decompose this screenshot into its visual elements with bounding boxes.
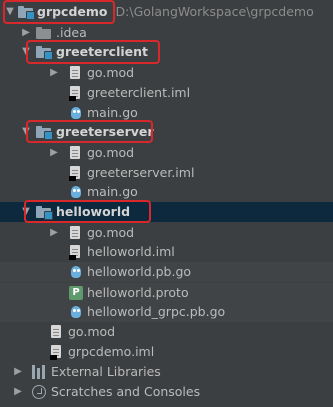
library-icon — [32, 365, 46, 379]
tree-row-helloworld-iml[interactable]: helloworld.iml — [0, 242, 333, 262]
tree-row-greeterserver-gomod[interactable]: ▶ go.mod — [0, 143, 333, 163]
chevron-right-icon[interactable]: ▶ — [20, 23, 32, 43]
chevron-right-icon[interactable]: ▶ — [12, 382, 24, 402]
chevron-right-icon[interactable]: ▶ — [48, 63, 60, 83]
go-file-icon — [70, 305, 82, 319]
file-label: helloworld_grpc.pb.go — [87, 304, 226, 319]
tree-row-greeterserver-maingo[interactable]: main.go — [0, 182, 333, 202]
helloworld-label: helloworld — [56, 204, 131, 219]
file-label: go.mod — [87, 225, 135, 240]
tree-row-greeterclient-maingo[interactable]: main.go — [0, 103, 333, 123]
iml-file-icon — [50, 345, 62, 360]
scratches-label: Scratches and Consoles — [51, 384, 201, 399]
tree-row-greeterserver[interactable]: ▼ greeterserver — [0, 122, 333, 142]
module-folder-icon — [36, 206, 53, 220]
tree-row-greeterclient[interactable]: ▼ greeterclient — [0, 42, 333, 62]
tree-row-helloworld-proto[interactable]: P helloworld.proto — [0, 283, 333, 303]
module-folder-icon — [36, 46, 53, 60]
scratches-icon — [32, 385, 46, 399]
chevron-right-icon[interactable]: ▶ — [48, 223, 60, 243]
iml-file-icon — [69, 166, 81, 181]
file-icon — [70, 226, 81, 240]
tree-row-greeterclient-gomod[interactable]: ▶ go.mod — [0, 63, 333, 83]
file-label: greeterclient.iml — [87, 85, 191, 100]
greeterserver-label: greeterserver — [56, 124, 154, 139]
tree-row-helloworld[interactable]: ▼ helloworld — [0, 202, 333, 222]
greeterclient-label: greeterclient — [56, 44, 149, 59]
file-icon — [70, 146, 81, 160]
tree-row-root[interactable]: ▼ grpcdemo D:\GolangWorkspace\grpcdemo — [0, 2, 333, 22]
proto-file-icon: P — [69, 286, 83, 300]
tree-row-helloworld-gomod[interactable]: ▶ go.mod — [0, 223, 333, 243]
project-tree: ▼ grpcdemo D:\GolangWorkspace\grpcdemo ▶ … — [0, 0, 333, 407]
file-label: go.mod — [68, 324, 116, 339]
tree-row-root-gomod[interactable]: go.mod — [0, 322, 333, 342]
chevron-down-icon[interactable]: ▼ — [20, 122, 32, 142]
file-label: main.go — [87, 105, 138, 120]
tree-row-root-iml[interactable]: grpcdemo.iml — [0, 342, 333, 362]
go-file-icon — [70, 106, 82, 120]
chevron-right-icon[interactable]: ▶ — [48, 143, 60, 163]
chevron-down-icon[interactable]: ▼ — [4, 2, 16, 22]
module-folder-icon — [18, 6, 35, 20]
file-label: go.mod — [87, 145, 135, 160]
file-label: main.go — [87, 184, 138, 199]
chevron-down-icon[interactable]: ▼ — [20, 202, 32, 222]
file-label: helloworld.pb.go — [87, 264, 192, 279]
file-icon — [70, 66, 81, 80]
file-label: helloworld.iml — [87, 244, 175, 259]
tree-row-helloworld-pbgo[interactable]: helloworld.pb.go — [0, 262, 333, 282]
tree-row-helloworld-grpcpbgo[interactable]: helloworld_grpc.pb.go — [0, 302, 333, 322]
tree-row-greeterserver-iml[interactable]: greeterserver.iml — [0, 163, 333, 183]
root-path: D:\GolangWorkspace\grpcdemo — [115, 4, 314, 19]
tree-row-idea[interactable]: ▶ .idea — [0, 23, 333, 43]
iml-file-icon — [69, 245, 81, 260]
go-file-icon — [70, 265, 82, 279]
root-label: grpcdemo — [37, 4, 108, 19]
iml-file-icon — [69, 86, 81, 101]
file-label: greeterserver.iml — [87, 165, 195, 180]
tree-row-external-libraries[interactable]: ▶ External Libraries — [0, 362, 333, 382]
module-folder-icon — [36, 126, 53, 140]
chevron-down-icon[interactable]: ▼ — [20, 42, 32, 62]
idea-label: .idea — [56, 25, 87, 40]
external-libraries-label: External Libraries — [51, 364, 161, 379]
tree-row-scratches[interactable]: ▶ Scratches and Consoles — [0, 382, 333, 402]
file-label: go.mod — [87, 65, 135, 80]
chevron-right-icon[interactable]: ▶ — [12, 362, 24, 382]
tree-row-greeterclient-iml[interactable]: greeterclient.iml — [0, 83, 333, 103]
file-icon — [51, 325, 62, 339]
file-label: grpcdemo.iml — [68, 344, 155, 359]
go-file-icon — [70, 185, 82, 199]
folder-icon — [36, 27, 51, 39]
file-label: helloworld.proto — [87, 285, 189, 300]
